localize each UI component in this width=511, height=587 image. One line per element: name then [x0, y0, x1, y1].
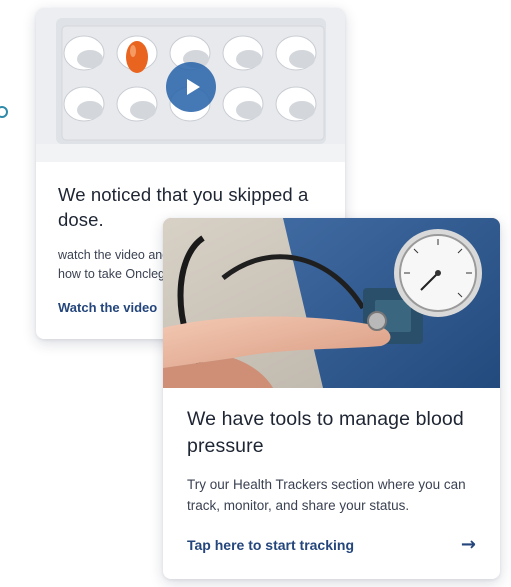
stage: We noticed that you skipped a dose. watc…	[0, 0, 511, 587]
blood-pressure-gauge-image	[163, 218, 500, 388]
card-title: We have tools to manage blood pressure	[187, 408, 464, 457]
card-description: Try our Health Trackers section where yo…	[187, 477, 466, 513]
pill-pack-video-thumbnail[interactable]	[36, 8, 345, 162]
blood-pressure-card-body: We have tools to manage blood pressure T…	[163, 388, 500, 554]
start-tracking-link[interactable]: Tap here to start tracking →	[187, 536, 476, 554]
arrow-right-icon: →	[460, 534, 476, 555]
cta-label: Tap here to start tracking	[187, 537, 355, 553]
blood-pressure-photo	[163, 218, 500, 388]
cta-label: Watch the video	[58, 300, 158, 315]
blood-pressure-card: We have tools to manage blood pressure T…	[163, 218, 500, 579]
carousel-indicator-dot[interactable]	[0, 106, 8, 118]
play-video-button[interactable]	[166, 62, 216, 112]
play-icon	[186, 79, 200, 95]
